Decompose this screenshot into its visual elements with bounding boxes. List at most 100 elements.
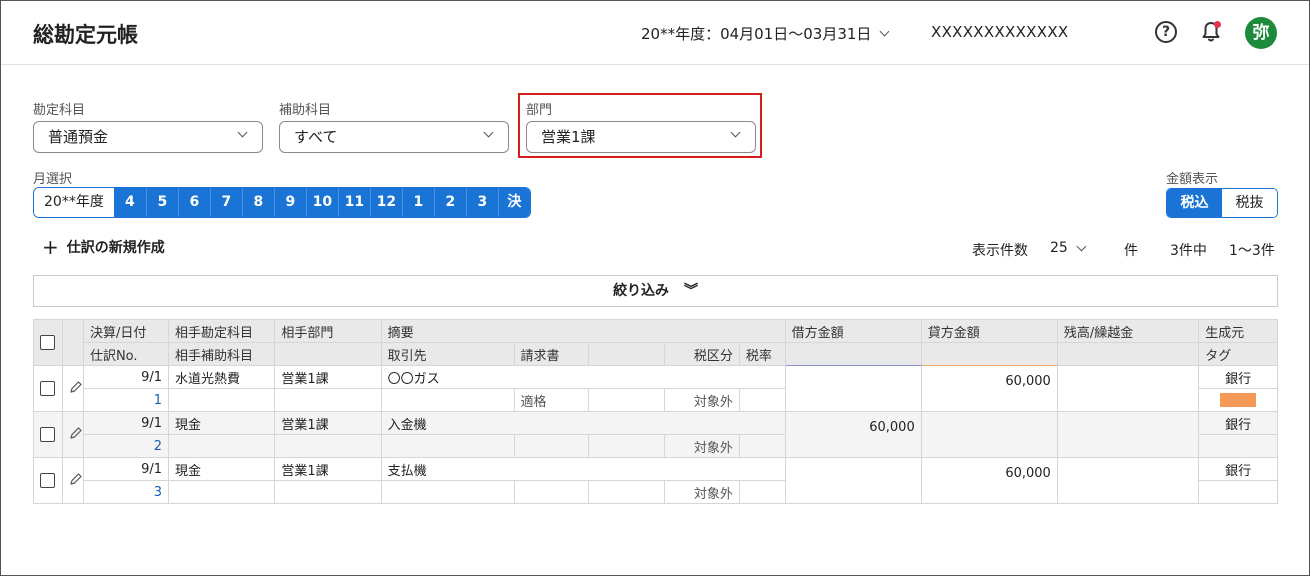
counter-sub-account: [167, 388, 276, 412]
entry-number[interactable]: 1: [82, 388, 170, 412]
pencil-icon[interactable]: [69, 472, 83, 486]
header-debit[interactable]: 借方金額: [784, 319, 922, 343]
empty-cell: [274, 480, 382, 504]
row-checkbox[interactable]: [40, 427, 56, 442]
tax-excluded-button[interactable]: 税抜: [1222, 189, 1277, 217]
empty-cell: [274, 388, 382, 412]
header-counter-sub-account[interactable]: 相手補助科目: [167, 342, 276, 366]
tax-rate: [738, 480, 786, 504]
month-button[interactable]: 1: [401, 188, 434, 217]
company-name[interactable]: XXXXXXXXXXXXX: [931, 23, 1069, 41]
department-select[interactable]: 営業1課: [526, 121, 756, 153]
header-debit-underline: [784, 342, 922, 366]
chevron-down-icon: [483, 127, 494, 138]
select-all-cell: [33, 319, 63, 366]
tag-cell: [1198, 434, 1278, 458]
tax-rate: [738, 434, 786, 458]
fiscal-period-selector[interactable]: 20**年度：04月01日〜03月31日: [641, 23, 890, 44]
header-balance[interactable]: 残高/繰越金: [1056, 319, 1200, 343]
counter-sub-account: [167, 480, 276, 504]
table-row[interactable]: 9/1 現金 営業1課 支払機 60,000 銀行: [33, 457, 1278, 504]
amount-display-label: 金額表示: [1166, 172, 1219, 187]
month-button[interactable]: 8: [241, 188, 274, 217]
header-source[interactable]: 生成元: [1198, 319, 1278, 343]
tax-rate: [738, 388, 786, 412]
invoice-status: 適格: [513, 388, 589, 412]
select-all-checkbox[interactable]: [40, 335, 56, 350]
header-entry-no[interactable]: 仕訳No.: [82, 342, 170, 366]
row-checkbox[interactable]: [40, 473, 56, 488]
empty-cell: [587, 434, 666, 458]
header-date[interactable]: 決算/日付: [82, 319, 170, 343]
header-counter-department[interactable]: 相手部門: [274, 319, 382, 343]
row-checkbox-cell: [33, 411, 63, 458]
help-icon[interactable]: ?: [1155, 21, 1177, 43]
pencil-icon[interactable]: [69, 426, 83, 440]
month-button[interactable]: 10: [305, 188, 338, 217]
header-tax-rate[interactable]: 税率: [738, 342, 786, 366]
chevron-down-icon: [879, 26, 890, 37]
credit-amount: 60,000: [920, 365, 1058, 412]
row-edit-cell: [61, 457, 84, 504]
month-button[interactable]: 7: [209, 188, 242, 217]
debit-amount: 60,000: [784, 411, 922, 458]
header-tax-category[interactable]: 税区分: [664, 342, 740, 366]
department-value: 営業1課: [541, 128, 596, 146]
month-button[interactable]: 決: [497, 188, 530, 217]
header-empty: [1056, 342, 1200, 366]
invoice-status: [513, 480, 589, 504]
table-row[interactable]: 9/1 現金 営業1課 入金機 60,000 銀行: [33, 411, 1278, 458]
pencil-icon[interactable]: [69, 380, 83, 394]
table-row[interactable]: 9/1 水道光熱費 営業1課 〇〇ガス 60,000 銀行: [33, 365, 1278, 412]
month-year-button[interactable]: 20**年度: [34, 188, 114, 217]
account-select[interactable]: 普通預金: [33, 121, 263, 153]
header-tag[interactable]: タグ: [1198, 342, 1278, 366]
month-button[interactable]: 3: [465, 188, 498, 217]
entry-date: 9/1: [82, 411, 170, 435]
chevron-down-icon: [1076, 241, 1087, 251]
table-header-row: 決算/日付 相手勘定科目 相手部門 摘要 借方金額 貸方金額 残高/繰越金 生成…: [33, 319, 1278, 366]
tag-cell: [1198, 388, 1278, 412]
header-credit[interactable]: 貸方金額: [920, 319, 1058, 343]
header-empty: [587, 342, 666, 366]
account-label: 勘定科目: [33, 103, 86, 118]
month-button[interactable]: 5: [145, 188, 178, 217]
balance-amount: [1056, 411, 1200, 458]
balance-amount: [1056, 457, 1200, 504]
entry-source: 銀行: [1198, 411, 1278, 435]
header-invoice[interactable]: 請求書: [513, 342, 589, 366]
month-button[interactable]: 4: [113, 188, 146, 217]
sub-account-select[interactable]: すべて: [279, 121, 509, 153]
filter-toggle-bar[interactable]: 絞り込み ︾: [33, 275, 1278, 307]
entry-summary: 支払機: [380, 457, 786, 481]
month-selector: 20**年度 4 5 6 7 8 9 10 11 12 1 2 3 決: [33, 187, 531, 218]
debit-amount: [784, 365, 922, 412]
header-edit-column: [61, 319, 84, 366]
per-page-value: 25: [1050, 240, 1068, 256]
fiscal-period-text: 20**年度：04月01日〜03月31日: [641, 25, 872, 43]
row-checkbox[interactable]: [40, 381, 56, 396]
header-client[interactable]: 取引先: [380, 342, 515, 366]
sub-account-value: すべて: [294, 128, 338, 146]
header-counter-account[interactable]: 相手勘定科目: [167, 319, 276, 343]
tag-chip[interactable]: [1220, 393, 1257, 407]
header-summary[interactable]: 摘要: [380, 319, 786, 343]
plus-icon: +: [42, 235, 59, 259]
avatar[interactable]: 弥: [1245, 17, 1277, 49]
chevron-down-icon: [730, 127, 741, 138]
row-edit-cell: [61, 411, 84, 458]
counter-account: 水道光熱費: [167, 365, 276, 389]
new-entry-button[interactable]: + 仕訳の新規作成: [42, 237, 165, 257]
month-button[interactable]: 2: [433, 188, 466, 217]
entry-number[interactable]: 3: [82, 480, 170, 504]
month-button[interactable]: 12: [369, 188, 402, 217]
amount-display-toggle: 税込 税抜: [1166, 188, 1278, 218]
month-button[interactable]: 9: [273, 188, 306, 217]
ledger-table: 決算/日付 相手勘定科目 相手部門 摘要 借方金額 貸方金額 残高/繰越金 生成…: [33, 319, 1278, 504]
tax-included-button[interactable]: 税込: [1167, 189, 1222, 217]
entry-number[interactable]: 2: [82, 434, 170, 458]
month-button[interactable]: 6: [177, 188, 210, 217]
department-label: 部門: [526, 103, 553, 118]
month-button[interactable]: 11: [337, 188, 370, 217]
per-page-select[interactable]: 25: [1050, 240, 1087, 256]
